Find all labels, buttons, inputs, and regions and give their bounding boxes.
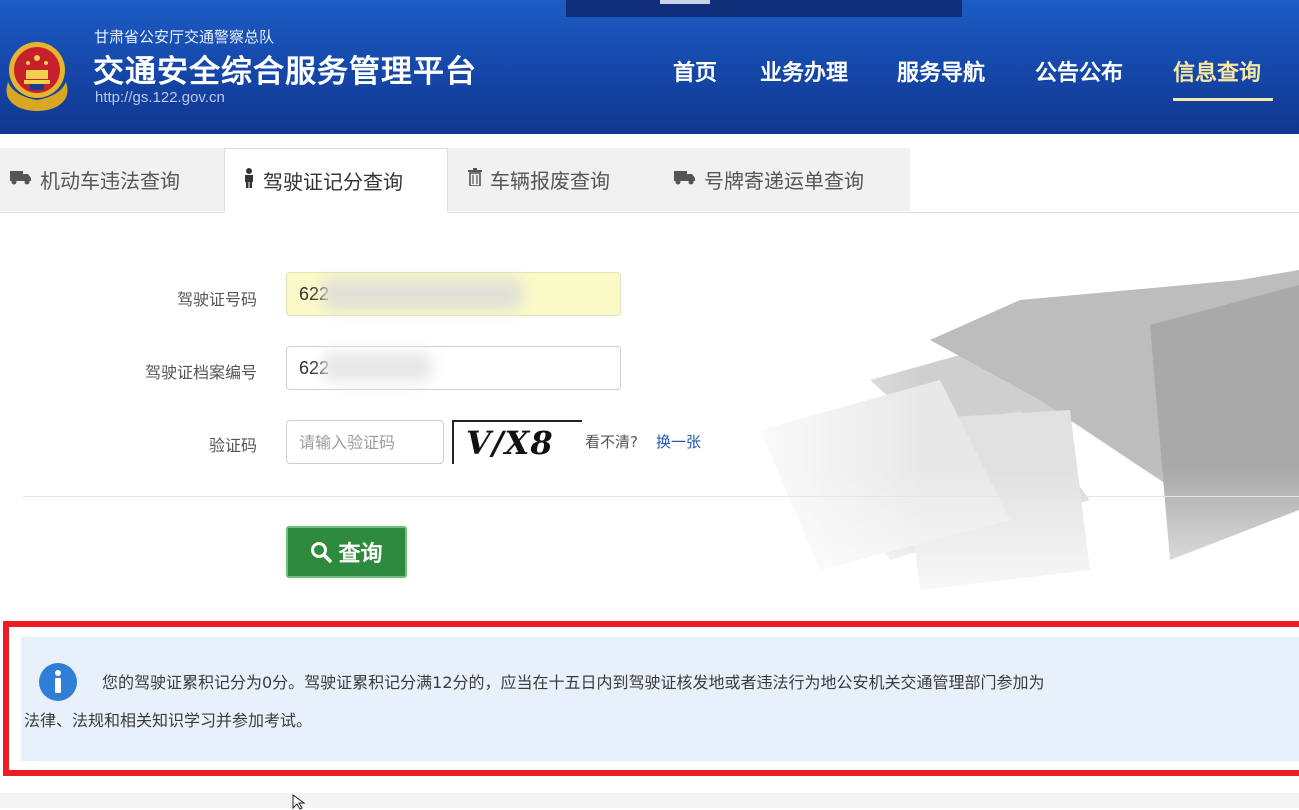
platform-url[interactable]: http://gs.122.gov.cn xyxy=(95,89,225,106)
result-message: 您的驾驶证累积记分为0分。驾驶证累积记分满12分的，应当在十五日内到驾驶证核发地… xyxy=(24,664,1299,740)
redacted-blur xyxy=(322,278,522,310)
tab-vehicle-scrap[interactable]: 车辆报废查询 xyxy=(448,148,658,211)
query-button-label: 查询 xyxy=(338,542,383,567)
redacted-blur xyxy=(322,352,432,382)
result-message-line1: 您的驾驶证累积记分为0分。驾驶证累积记分满12分的，应当在十五日内到驾驶证核发地… xyxy=(102,673,1045,692)
active-nav-underline xyxy=(1173,98,1273,101)
trash-icon xyxy=(468,168,482,191)
result-message-line2: 法律、法规和相关知识学习并参加考试。 xyxy=(24,711,313,730)
person-icon xyxy=(243,168,255,193)
nav-item-home[interactable]: 首页 xyxy=(673,55,717,87)
tab-license-points[interactable]: 驾驶证记分查询 xyxy=(224,148,448,213)
tab-vehicle-violation[interactable]: 机动车违法查询 xyxy=(0,148,224,211)
tab-label: 机动车违法查询 xyxy=(40,169,180,193)
form-divider xyxy=(23,496,1299,497)
tab-label: 车辆报废查询 xyxy=(490,169,610,193)
nav-item-service-guide[interactable]: 服务导航 xyxy=(897,55,985,87)
tab-plate-delivery[interactable]: 号牌寄递运单查询 xyxy=(658,148,910,211)
query-button[interactable]: 查询 xyxy=(286,526,407,578)
captcha-image-text: V/X8 xyxy=(466,424,554,462)
license-cards-illustration xyxy=(720,270,1299,630)
search-icon xyxy=(311,542,333,563)
truck-icon xyxy=(674,169,696,190)
nav-item-announcements[interactable]: 公告公布 xyxy=(1035,55,1123,87)
bottom-strip xyxy=(0,793,1299,808)
platform-title: 交通安全综合服务管理平台 xyxy=(93,54,477,90)
site-header: 甘肃省公安厅交通警察总队 交通安全综合服务管理平台 http://gs.122.… xyxy=(0,0,1299,134)
captcha-refresh-link[interactable]: 换一张 xyxy=(656,431,701,452)
tab-label: 驾驶证记分查询 xyxy=(263,170,403,194)
captcha-input[interactable] xyxy=(286,420,444,464)
file-number-label: 驾驶证档案编号 xyxy=(144,363,257,382)
captcha-hint: 看不清? xyxy=(585,433,638,451)
nav-item-business[interactable]: 业务办理 xyxy=(760,55,848,87)
captcha-label: 验证码 xyxy=(208,436,257,455)
captcha-image[interactable]: V/X8 xyxy=(452,420,582,464)
police-emblem-icon xyxy=(6,42,68,111)
truck-icon xyxy=(10,169,32,190)
nav-item-info-query[interactable]: 信息查询 xyxy=(1173,55,1261,87)
query-tabbar: 机动车违法查询 驾驶证记分查询 车辆报废查询 号牌寄递运单查询 xyxy=(0,148,1299,213)
license-number-label: 驾驶证号码 xyxy=(176,290,257,309)
tab-label: 号牌寄递运单查询 xyxy=(704,169,864,193)
browser-top-strip xyxy=(566,0,962,17)
org-name: 甘肃省公安厅交通警察总队 xyxy=(94,28,275,46)
